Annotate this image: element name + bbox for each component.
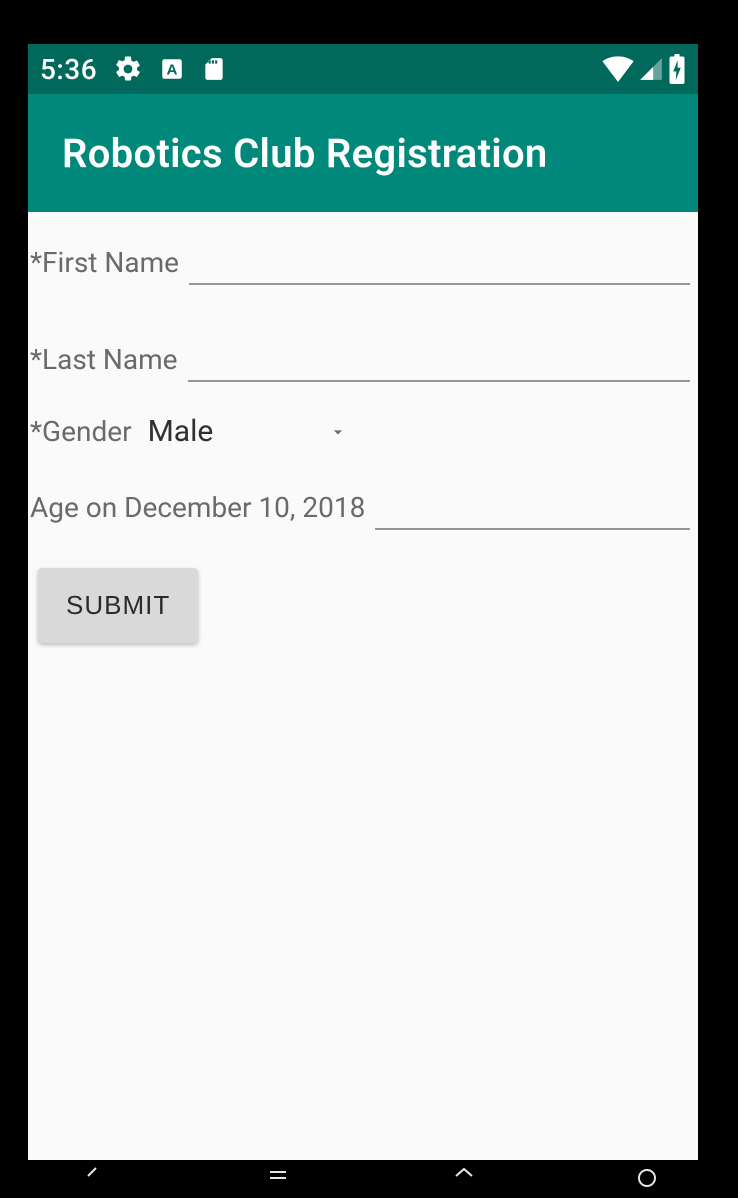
app-bar: Robotics Club Registration [28,94,698,212]
home-icon[interactable] [447,1164,481,1188]
system-nav-bar [0,1160,738,1198]
back-icon[interactable] [76,1164,110,1188]
age-input[interactable] [375,487,690,530]
last-name-label: *Last Name [30,343,188,382]
status-left: 5:36 A [40,53,227,86]
gender-spinner[interactable]: Male [146,410,350,453]
gear-icon [113,54,143,84]
age-row: Age on December 10, 2018 [28,487,698,530]
battery-charging-icon [668,54,686,84]
cell-signal-icon [638,56,664,82]
gender-value: Male [148,414,214,449]
overview-icon[interactable] [261,1164,295,1188]
status-right [602,54,686,84]
page-title: Robotics Club Registration [62,130,548,177]
circle-icon[interactable] [632,1164,662,1188]
gender-label: *Gender [30,415,146,448]
device-frame: 5:36 A [0,0,738,1198]
keyboard-icon: A [159,56,185,82]
first-name-input[interactable] [189,242,690,285]
submit-row: SUBMIT [28,548,698,643]
first-name-label: *First Name [30,246,189,285]
wifi-icon [602,56,634,82]
status-bar: 5:36 A [28,44,698,94]
age-label: Age on December 10, 2018 [30,491,375,530]
registration-form: *First Name *Last Name *Gender Male Age … [28,242,698,643]
first-name-row: *First Name [28,242,698,285]
last-name-row: *Last Name [28,339,698,382]
last-name-input[interactable] [188,339,690,382]
submit-button[interactable]: SUBMIT [38,568,198,643]
gender-row: *Gender Male [28,410,698,453]
svg-text:A: A [167,61,178,78]
sd-card-icon [201,54,227,84]
chevron-down-icon [328,422,348,442]
status-clock: 5:36 [40,53,97,86]
screen: 5:36 A [28,44,698,1164]
